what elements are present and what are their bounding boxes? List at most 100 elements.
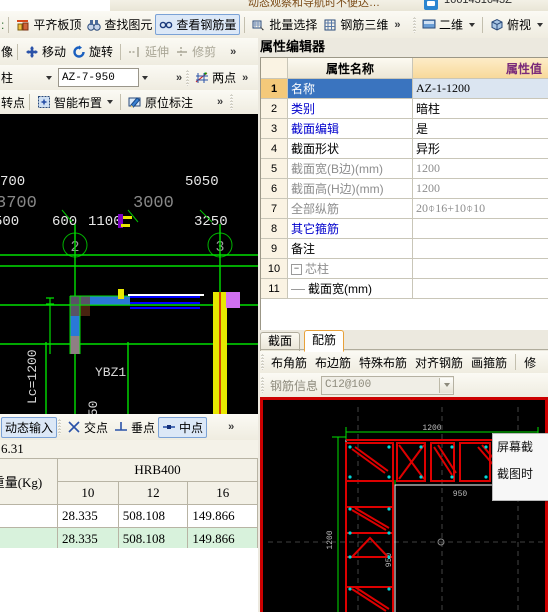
inplace-annotation-button[interactable]: 原位标注 bbox=[125, 93, 196, 112]
toolbar-gripper[interactable] bbox=[261, 354, 264, 370]
property-value[interactable] bbox=[412, 258, 548, 279]
toolbar-gripper[interactable] bbox=[186, 69, 190, 86]
inplace-annot-icon bbox=[128, 95, 142, 109]
toolbar-separator bbox=[244, 16, 246, 33]
toolbar-gripper[interactable] bbox=[230, 94, 234, 110]
property-row-remark[interactable]: 9 备注 bbox=[261, 238, 548, 259]
view-rebar-quantity-button[interactable]: 查看钢筋量 bbox=[155, 14, 241, 35]
edit-toolbar-overflow-button[interactable]: » bbox=[227, 46, 239, 58]
property-value[interactable]: 异形 bbox=[412, 138, 548, 159]
section-tabs: 截面 配筋 bbox=[260, 330, 548, 352]
property-value[interactable]: 暗柱 bbox=[412, 98, 548, 119]
svg-text:500: 500 bbox=[0, 214, 19, 230]
toolbar-gripper[interactable] bbox=[412, 16, 416, 33]
align-slab-top-button[interactable]: 平齐板顶 bbox=[13, 15, 84, 34]
element-name-dropdown[interactable] bbox=[139, 70, 151, 85]
property-row-all-longitudinal-rebar[interactable]: 7 全部纵筋 20⌽16+10⌽10 bbox=[261, 198, 548, 219]
table-row: 重量(Kg) HRB400 bbox=[0, 458, 258, 505]
dynamic-input-button[interactable]: 动态输入 bbox=[1, 416, 58, 438]
rotate-button[interactable]: 旋转 bbox=[69, 42, 116, 61]
rebar-info-dropdown[interactable] bbox=[439, 377, 454, 393]
align-rebar-button[interactable]: 对齐钢筋 bbox=[411, 353, 467, 372]
snap-overflow-button[interactable]: » bbox=[225, 421, 237, 433]
two-point-button[interactable]: 两点 bbox=[192, 68, 239, 87]
property-value[interactable] bbox=[412, 218, 548, 239]
trim-button[interactable]: 修剪 bbox=[172, 42, 219, 61]
view-mode-button[interactable]: 二维 bbox=[419, 15, 466, 34]
property-row-section-width[interactable]: 5 截面宽(B边)(mm) 1200 bbox=[261, 158, 548, 179]
rebar-3d-button[interactable]: 钢筋三维 bbox=[320, 15, 391, 34]
property-row-section-height[interactable]: 6 截面高(H边)(mm) 1200 bbox=[261, 178, 548, 199]
snap-midpoint-button[interactable]: 中点 bbox=[158, 416, 208, 438]
property-row-core-column[interactable]: 10 − 芯柱 bbox=[261, 258, 548, 279]
element-type-dropdown[interactable] bbox=[43, 70, 55, 85]
table-row[interactable]: 28.335 508.108 149.866 bbox=[0, 504, 258, 528]
snap-perpendicular-button[interactable]: 垂点 bbox=[111, 418, 158, 437]
extend-button[interactable]: 延伸 bbox=[125, 42, 172, 61]
chat-icon[interactable] bbox=[424, 0, 438, 10]
property-value[interactable]: 是 bbox=[412, 118, 548, 139]
perpendicular-icon bbox=[114, 420, 128, 434]
tab-rebar[interactable]: 配筋 bbox=[304, 330, 345, 352]
property-grid[interactable]: 属性名称 属性值 1 名称 AZ-1-1200 2 类别 暗柱 3 截面编辑 是 bbox=[260, 57, 548, 330]
property-row-core-section-width[interactable]: 11 截面宽(mm) bbox=[261, 278, 548, 299]
property-value-header: 属性值 bbox=[412, 58, 548, 79]
property-value[interactable]: 1200 bbox=[412, 158, 548, 179]
batch-select-button[interactable]: 批量选择 bbox=[249, 15, 320, 34]
toolbar-overflow-button[interactable]: » bbox=[391, 19, 403, 31]
placement-overflow-button[interactable]: » bbox=[214, 96, 226, 108]
svg-text:3250: 3250 bbox=[194, 214, 228, 230]
property-name: 截面宽(mm) bbox=[308, 282, 372, 296]
property-row-other-stirrup[interactable]: 8 其它箍筋 bbox=[261, 218, 548, 239]
toolbar-gripper[interactable] bbox=[58, 419, 62, 435]
smart-place-button[interactable]: 智能布置 bbox=[34, 93, 116, 112]
property-value[interactable]: 20⌽16+10⌽10 bbox=[412, 198, 548, 219]
property-row-section-edit[interactable]: 3 截面编辑 是 bbox=[261, 118, 548, 139]
smart-place-dropdown-arrow[interactable] bbox=[107, 100, 114, 104]
property-value[interactable]: 1200 bbox=[412, 178, 548, 199]
section-rebar-canvas[interactable]: 1200 950 250 1200 950 bbox=[260, 397, 548, 612]
property-value[interactable] bbox=[412, 278, 548, 299]
svg-text:3000: 3000 bbox=[133, 194, 174, 213]
move-button[interactable]: 移动 bbox=[22, 42, 69, 61]
row-index: 7 bbox=[261, 198, 288, 219]
element-name-combo[interactable]: AZ-7-950 bbox=[58, 68, 140, 87]
trim-rebar-button[interactable]: 修 bbox=[520, 353, 540, 372]
special-rebar-button[interactable]: 特殊布筋 bbox=[355, 353, 411, 372]
view-direction-dropdown[interactable] bbox=[534, 17, 546, 32]
move-icon bbox=[25, 45, 39, 59]
property-value[interactable] bbox=[412, 238, 548, 259]
svg-text:YBZ1: YBZ1 bbox=[95, 365, 126, 380]
quantity-row-label: 重量(Kg) bbox=[0, 458, 58, 505]
place-edge-rebar-button[interactable]: 布边筋 bbox=[311, 353, 355, 372]
property-name: 截面高(H边)(mm) bbox=[287, 178, 413, 199]
property-name: 其它箍筋 bbox=[287, 218, 413, 239]
toolbar-gripper[interactable] bbox=[261, 377, 264, 393]
rebar-info-combo[interactable]: C12@100 bbox=[321, 375, 455, 395]
find-element-button[interactable]: 查找图元 bbox=[84, 15, 155, 34]
two-point-overflow[interactable]: » bbox=[239, 72, 251, 84]
property-row-name[interactable]: 1 名称 AZ-1-1200 bbox=[261, 78, 548, 99]
quantity-cell: 508.108 bbox=[117, 504, 189, 528]
draw-stirrup-button[interactable]: 画箍筋 bbox=[467, 353, 511, 372]
bottom-blank-area bbox=[0, 548, 258, 612]
element-select-overflow[interactable]: » bbox=[173, 72, 185, 84]
cad-drawing-canvas[interactable]: 2 3 700 5050 bbox=[0, 114, 258, 414]
snap-intersection-button[interactable]: 交点 bbox=[64, 418, 111, 437]
view-toolbar: 二维 俯视 bbox=[411, 11, 548, 38]
smart-place-label: 智能布置 bbox=[54, 95, 103, 110]
view-mode-dropdown[interactable] bbox=[466, 17, 478, 32]
property-value[interactable]: AZ-1-1200 bbox=[412, 78, 548, 99]
row-index: 2 bbox=[261, 98, 288, 119]
property-name-header: 属性名称 bbox=[287, 58, 413, 79]
view-direction-button[interactable]: 俯视 bbox=[487, 15, 534, 34]
diameter-header: 12 bbox=[117, 481, 189, 505]
property-row-category[interactable]: 2 类别 暗柱 bbox=[261, 98, 548, 119]
place-corner-rebar-button[interactable]: 布角筋 bbox=[267, 353, 311, 372]
screenshot-tooltip-popup[interactable]: 屏幕截 截图时 bbox=[492, 433, 548, 501]
property-row-section-shape[interactable]: 4 截面形状 异形 bbox=[261, 138, 548, 159]
rebar-grade-header: HRB400 bbox=[57, 458, 258, 482]
rotate-icon bbox=[72, 44, 86, 59]
snap-toolbar: 动态输入 交点 垂点 中点 » bbox=[0, 414, 258, 441]
collapse-toggle-icon[interactable]: − bbox=[291, 264, 302, 276]
